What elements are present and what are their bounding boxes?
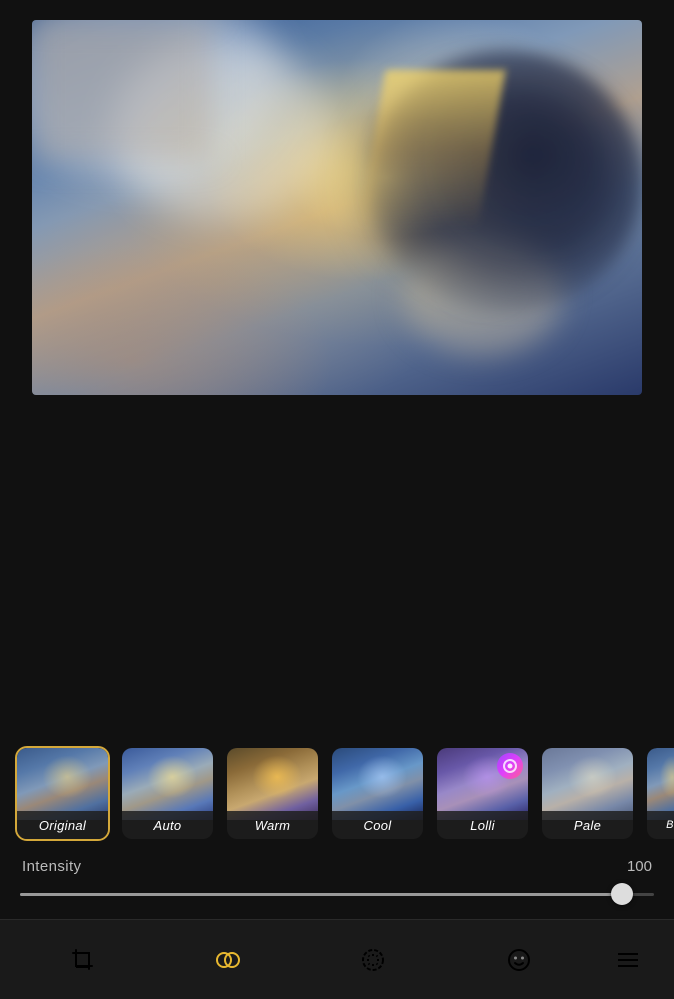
filter-cool-label: Cool bbox=[332, 811, 423, 839]
lolli-badge-inner bbox=[503, 759, 517, 773]
slider-filled bbox=[20, 893, 622, 896]
sky-image bbox=[32, 20, 642, 395]
filter-next-partial[interactable]: B bbox=[645, 746, 674, 841]
filter-auto-thumb bbox=[122, 748, 213, 820]
intensity-header: Intensity 100 bbox=[0, 856, 674, 881]
filter-pale-label: Pale bbox=[542, 811, 633, 839]
filter-auto-label: Auto bbox=[122, 811, 213, 839]
nav-filter[interactable] bbox=[155, 920, 300, 999]
crop-icon bbox=[68, 945, 98, 975]
filter-original-label: Original bbox=[17, 811, 108, 839]
lolli-badge-icon bbox=[497, 753, 523, 779]
more-icon bbox=[613, 945, 643, 975]
filter-cool[interactable]: Cool bbox=[330, 746, 425, 841]
filter-strip: Original Auto Warm Cool bbox=[0, 736, 674, 851]
intensity-value: 100 bbox=[612, 858, 652, 875]
nav-adjust[interactable] bbox=[301, 920, 446, 999]
filter-pale[interactable]: Pale bbox=[540, 746, 635, 841]
filter-warm[interactable]: Warm bbox=[225, 746, 320, 841]
nav-sticker[interactable] bbox=[446, 920, 591, 999]
intensity-controls: Intensity 100 bbox=[0, 851, 674, 919]
filter-warm-label: Warm bbox=[227, 811, 318, 839]
intensity-label: Intensity bbox=[22, 858, 612, 875]
sticker-icon bbox=[504, 945, 534, 975]
filter-auto[interactable]: Auto bbox=[120, 746, 215, 841]
filter-original-thumb bbox=[17, 748, 108, 820]
slider-wrapper[interactable] bbox=[20, 881, 654, 907]
slider-thumb[interactable] bbox=[611, 883, 633, 905]
slider-row bbox=[0, 881, 674, 907]
filter-lolli[interactable]: Lolli bbox=[435, 746, 530, 841]
app: Original Auto Warm Cool bbox=[0, 0, 674, 999]
filter-next-thumb bbox=[647, 748, 674, 820]
nav-crop[interactable] bbox=[10, 920, 155, 999]
filter-next-label: B bbox=[647, 811, 674, 839]
nav-more[interactable] bbox=[591, 920, 664, 999]
adjust-icon bbox=[358, 945, 388, 975]
image-area bbox=[0, 0, 674, 736]
filter-warm-thumb bbox=[227, 748, 318, 820]
controls-area: Original Auto Warm Cool bbox=[0, 736, 674, 919]
filter-cool-thumb bbox=[332, 748, 423, 820]
bottom-nav bbox=[0, 919, 674, 999]
filter-icon bbox=[213, 945, 243, 975]
filter-original[interactable]: Original bbox=[15, 746, 110, 841]
main-image bbox=[32, 20, 642, 395]
filter-lolli-label: Lolli bbox=[437, 811, 528, 839]
filter-pale-thumb bbox=[542, 748, 633, 820]
